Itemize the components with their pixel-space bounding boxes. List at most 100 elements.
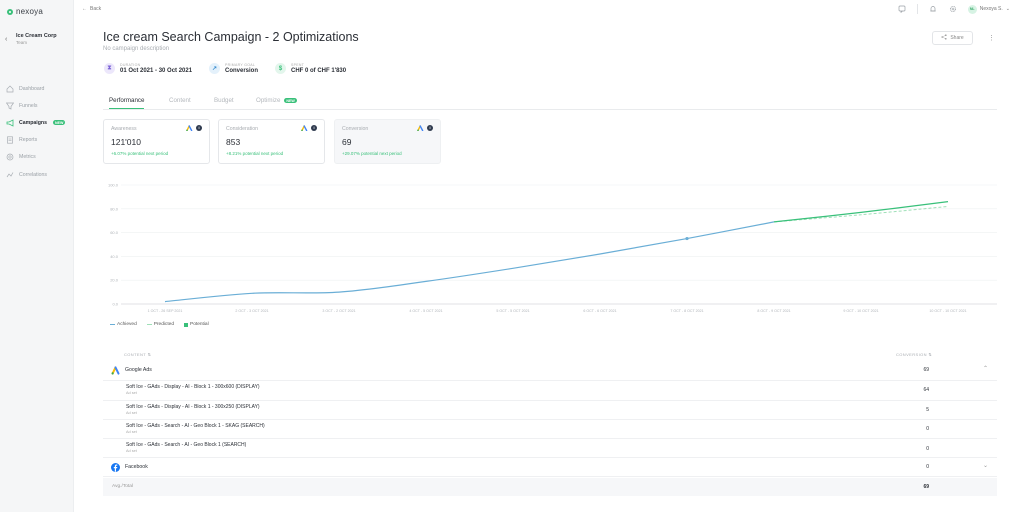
tab-label: Content (169, 97, 191, 104)
legend-potential[interactable]: Potential (184, 322, 209, 327)
kpi-delta: +8.21% potential next period (226, 151, 284, 156)
legend-achieved[interactable]: Achieved (110, 322, 137, 327)
column-header-content[interactable]: CONTENT ⇅ (124, 352, 151, 357)
duration-label: DURATION (120, 63, 141, 67)
arrow-left-icon: ← (82, 6, 87, 12)
row-value: 64 (923, 387, 929, 393)
legend-swatch (110, 323, 115, 326)
more-options-icon[interactable]: ⋮ (988, 34, 995, 42)
spent-label: SPENT (291, 63, 305, 67)
info-icon[interactable]: i (427, 125, 433, 131)
kpi-card-awareness[interactable]: Awareness 121'010 +6.07% potential next … (103, 119, 210, 164)
kpi-card-consideration[interactable]: Consideration 853 +8.21% potential next … (218, 119, 325, 164)
share-button[interactable]: Share (932, 31, 973, 45)
footer-label: Avg./Total (112, 484, 133, 489)
tab-optimize[interactable]: Optimize NEW (256, 97, 297, 108)
column-label: CONVERSION (896, 352, 927, 357)
table-group-row-facebook[interactable]: Facebook 0 ⌄ (103, 458, 997, 477)
y-tick-label: 40.0 (110, 254, 119, 259)
table-row[interactable]: Soft Ice - GAds - Display - AI - Block 1… (103, 401, 997, 420)
row-name: Soft Ice - GAds - Search - AI - Geo Bloc… (126, 423, 265, 429)
sidebar-item-reports[interactable]: Reports (4, 132, 70, 149)
duration-meta: ⧗ DURATION 01 Oct 2021 - 30 Oct 2021 (104, 63, 192, 74)
legend-label: Potential (190, 322, 209, 327)
sidebar-nav: Dashboard Funnels Campaigns NEW Reports (4, 80, 70, 183)
tab-budget[interactable]: Budget (214, 97, 234, 108)
tab-label: Performance (109, 97, 145, 104)
data-point-marker (685, 236, 689, 241)
table-row[interactable]: Soft Ice - GAds - Display - AI - Block 1… (103, 381, 997, 401)
legend-predicted[interactable]: Predicted (146, 322, 174, 327)
x-tick-label: 7 OCT - 8 OCT 2021 (670, 309, 703, 313)
legend-label: Achieved (117, 322, 137, 327)
row-value: 0 (926, 446, 929, 452)
bell-icon[interactable] (928, 4, 938, 14)
org-sub: Team (16, 40, 28, 45)
table-row[interactable]: Soft Ice - GAds - Search - AI - Geo Bloc… (103, 420, 997, 439)
legend-swatch (184, 322, 188, 327)
x-tick-label: 9 OCT - 10 OCT 2021 (843, 309, 878, 313)
row-value: 0 (926, 426, 929, 432)
org-switcher[interactable]: ‹ Ice Cream Corp Team (5, 29, 69, 49)
column-header-conversion[interactable]: CONVERSION ⇅ (896, 352, 932, 357)
group-value: 69 (923, 367, 929, 373)
footer-total: 69 (923, 484, 929, 490)
user-name: Nexoya S. (979, 6, 1003, 12)
page-description: No campaign description (103, 46, 170, 52)
table-group-row-google-ads[interactable]: Google Ads 69 ⌃ (103, 361, 997, 381)
share-icon (941, 34, 947, 42)
page-title: Ice cream Search Campaign - 2 Optimizati… (103, 30, 359, 44)
report-icon (6, 136, 14, 144)
group-value: 0 (926, 464, 929, 470)
table-footer: Avg./Total 69 (103, 478, 997, 496)
chevron-down-icon[interactable]: ⌄ (983, 462, 988, 469)
info-icon[interactable]: i (196, 125, 202, 131)
tab-bar: Performance Content Budget Optimize NEW (103, 97, 997, 110)
sidebar-item-label: Funnels (19, 102, 38, 109)
sidebar-item-funnels[interactable]: Funnels (4, 97, 70, 114)
y-tick-label: 80.0 (110, 206, 119, 211)
kpi-card-conversion[interactable]: Conversion 69 +29.07% potential next per… (334, 119, 441, 164)
performance-chart[interactable]: 100.0 80.0 60.0 40.0 20.0 0.0 1 OCT - 26 SEP 2… (103, 178, 997, 320)
row-sub: Ad set (126, 411, 137, 415)
back-link[interactable]: ← Back (82, 6, 101, 12)
sidebar-item-correlations[interactable]: Correlations (4, 166, 70, 183)
google-ads-icon (417, 125, 424, 131)
goal-label: PRIMARY GOAL (225, 63, 256, 67)
x-tick-label: 2 OCT - 3 OCT 2021 (235, 309, 268, 313)
y-tick-label: 60.0 (110, 230, 119, 235)
spent-meta: $ SPENT CHF 0 of CHF 1'830 (275, 63, 346, 74)
info-icon[interactable]: i (311, 125, 317, 131)
kpi-value: 69 (342, 137, 352, 147)
share-label: Share (950, 35, 964, 41)
sidebar-item-dashboard[interactable]: Dashboard (4, 80, 70, 97)
table-row[interactable]: Soft Ice - GAds - Search - AI - Geo Bloc… (103, 439, 997, 458)
x-tick-label: 10 OCT - 10 OCT 2021 (929, 309, 966, 313)
hourglass-icon: ⧗ (104, 63, 115, 74)
chevron-down-icon: ⌄ (1005, 6, 1010, 12)
goal-meta: ↗ PRIMARY GOAL Conversion (209, 63, 258, 74)
new-badge: NEW (284, 98, 297, 103)
google-ads-icon (186, 125, 193, 131)
sidebar-item-metrics[interactable]: Metrics (4, 149, 70, 166)
feedback-icon[interactable] (897, 4, 907, 14)
sidebar-item-campaigns[interactable]: Campaigns NEW (4, 114, 70, 131)
tab-performance[interactable]: Performance (109, 97, 145, 109)
user-menu[interactable]: NL Nexoya S. ⌄ (967, 4, 1010, 14)
x-tick-label: 1 OCT - 26 SEP 2021 (148, 309, 183, 313)
gear-icon[interactable] (948, 4, 958, 14)
back-label: Back (90, 6, 102, 12)
column-label: CONTENT (124, 352, 147, 357)
home-icon (6, 85, 14, 93)
topbar-actions: NL Nexoya S. ⌄ (897, 4, 1010, 14)
chevron-up-icon[interactable]: ⌃ (983, 365, 988, 372)
chevron-left-icon: ‹ (5, 35, 8, 43)
sidebar-item-label: Dashboard (19, 85, 45, 92)
tab-content[interactable]: Content (169, 97, 191, 108)
x-tick-label: 5 OCT - 5 OCT 2021 (496, 309, 529, 313)
logo-text: nexoya (16, 7, 43, 16)
y-tick-label: 100.0 (108, 183, 119, 188)
logo[interactable]: nexoya (7, 7, 43, 16)
x-tick-label: 3 OCT - 2 OCT 2021 (322, 309, 355, 313)
google-ads-icon (111, 366, 120, 375)
